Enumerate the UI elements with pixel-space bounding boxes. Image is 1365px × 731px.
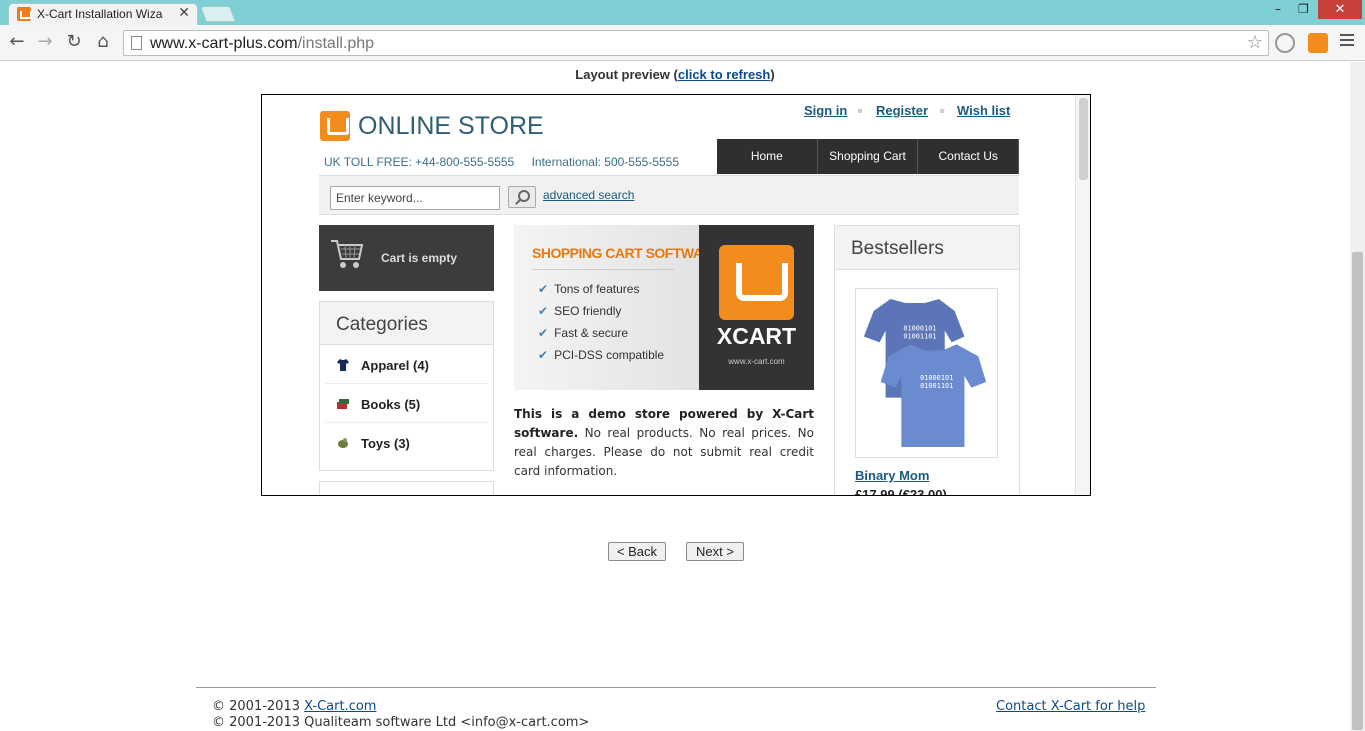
xcart-com-link[interactable]: X-Cart.com	[304, 699, 376, 714]
preview-scrollbar[interactable]	[1075, 95, 1090, 495]
product-image[interactable]: 01000101 01001101 01000101 01001101	[855, 288, 998, 458]
new-tab-button[interactable]	[200, 6, 236, 22]
category-apparel[interactable]: Apparel (4)	[324, 345, 489, 384]
svg-text:01000101: 01000101	[920, 374, 953, 382]
phone-uk: UK TOLL FREE: +44-800-555-5555	[324, 155, 515, 169]
svg-text:01000101: 01000101	[903, 325, 936, 333]
layout-preview-frame: ONLINE STORE Sign in Register Wish list …	[261, 94, 1091, 496]
layout-preview-heading: Layout preview (click to refresh)	[575, 67, 775, 82]
store-search-bar: Enter keyword... advanced search	[319, 175, 1019, 215]
xcart-favicon-icon	[17, 7, 32, 21]
link-separator	[940, 109, 944, 113]
product-price: £17.99 (€23.00)	[855, 487, 947, 496]
tab-title: X-Cart Installation Wiza	[37, 7, 163, 21]
banner-url: www.x-cart.com	[728, 357, 785, 366]
page-scrollbar-thumb[interactable]	[1352, 252, 1363, 730]
banner-brand: XCART	[716, 323, 797, 349]
cart-status: Cart is empty	[381, 251, 458, 265]
nav-shopping-cart[interactable]: Shopping Cart	[817, 139, 919, 174]
svg-text:01001101: 01001101	[903, 332, 936, 340]
product-name-link[interactable]: Binary Mom	[855, 468, 929, 483]
toy-icon	[338, 438, 348, 448]
nav-contact-us[interactable]: Contact Us	[918, 139, 1020, 174]
promo-banner[interactable]: SHOPPING CART SOFTWARE Tons of features …	[514, 225, 814, 390]
store-search-input[interactable]: Enter keyword...	[330, 186, 500, 210]
sidebar-box-partial	[319, 481, 494, 495]
refresh-link[interactable]: click to refresh	[678, 67, 771, 82]
link-separator	[858, 109, 862, 113]
page-scrollbar[interactable]	[1350, 62, 1365, 731]
chrome-menu-icon[interactable]	[1340, 34, 1354, 49]
wish-list-link[interactable]: Wish list	[957, 103, 1010, 118]
banner-feature: Fast & secure	[538, 326, 628, 340]
contact-help-link[interactable]: Contact X-Cart for help	[996, 699, 1145, 714]
minicart[interactable]: Cart is empty	[319, 225, 494, 291]
phone-international: International: 500-555-5555	[531, 155, 680, 169]
window-titlebar: X-Cart Installation Wiza ✕ – ❐ ✕	[0, 0, 1365, 25]
store-name: ONLINE STORE	[358, 112, 544, 140]
shopping-cart-icon	[331, 240, 364, 268]
sign-in-link[interactable]: Sign in	[804, 103, 847, 118]
extension-orange-icon[interactable]	[1308, 33, 1328, 53]
category-toys[interactable]: Toys (3)	[324, 423, 489, 462]
banner-title: SHOPPING CART SOFTWARE	[532, 245, 721, 261]
url-text: www.x-cart-plus.com/install.php	[150, 35, 375, 52]
categories-box: Categories Apparel (4) Books (5) Toys (3…	[319, 301, 494, 471]
window-close-button[interactable]: ✕	[1318, 0, 1362, 19]
browser-toolbar: ← → ↻ ⌂ www.x-cart-plus.com/install.php …	[0, 25, 1365, 61]
bestsellers-title: Bestsellers	[835, 226, 1019, 270]
banner-feature: PCI-DSS compatible	[538, 348, 664, 362]
restore-button[interactable]: ❐	[1298, 2, 1309, 16]
bookmark-star-icon[interactable]: ☆	[1247, 32, 1263, 53]
footer-company: © 2001-2013 Qualiteam software Ltd <info…	[212, 715, 590, 730]
tshirt-product-icon: 01000101 01001101 01000101 01001101	[863, 299, 987, 447]
search-icon[interactable]	[508, 186, 536, 208]
tshirt-icon	[337, 359, 349, 371]
banner-brand-panel: XCART www.x-cart.com	[699, 225, 814, 390]
store-logo-icon	[320, 111, 350, 141]
footer-copyright: © 2001-2013 X-Cart.com	[212, 699, 377, 714]
banner-divider	[532, 269, 674, 270]
home-icon[interactable]: ⌂	[92, 31, 114, 53]
address-bar[interactable]: www.x-cart-plus.com/install.php ☆	[123, 30, 1269, 56]
register-link[interactable]: Register	[876, 103, 928, 118]
xcart-logo-icon	[719, 245, 794, 320]
advanced-search-link[interactable]: advanced search	[543, 188, 634, 202]
store-phones: UK TOLL FREE: +44-800-555-5555 Internati…	[324, 155, 693, 169]
footer-divider	[196, 687, 1156, 688]
categories-title: Categories	[320, 302, 493, 345]
nav-home[interactable]: Home	[717, 139, 818, 174]
banner-feature: SEO friendly	[538, 304, 621, 318]
book-icon	[337, 399, 349, 409]
back-button[interactable]: < Back	[608, 542, 666, 561]
reload-icon[interactable]: ↻	[63, 31, 85, 53]
bestsellers-box: Bestsellers 01000101 01001101 01000101 0…	[834, 225, 1020, 496]
store-main-nav: Home Shopping Cart Contact Us	[717, 139, 1020, 174]
browser-tab[interactable]: X-Cart Installation Wiza ✕	[8, 3, 198, 25]
tab-close-icon[interactable]: ✕	[178, 5, 190, 21]
forward-arrow-icon[interactable]: →	[34, 31, 56, 53]
svg-text:01001101: 01001101	[920, 382, 953, 390]
next-button[interactable]: Next >	[686, 542, 744, 561]
demo-notice: This is a demo store powered by X-Cart s…	[514, 407, 814, 478]
extension-sync-icon[interactable]	[1275, 33, 1295, 53]
banner-feature: Tons of features	[538, 282, 639, 296]
page-icon	[131, 36, 142, 50]
category-books[interactable]: Books (5)	[324, 384, 489, 423]
minimize-button[interactable]: –	[1275, 2, 1281, 16]
preview-scrollbar-thumb[interactable]	[1079, 98, 1088, 180]
back-arrow-icon[interactable]: ←	[6, 31, 28, 53]
